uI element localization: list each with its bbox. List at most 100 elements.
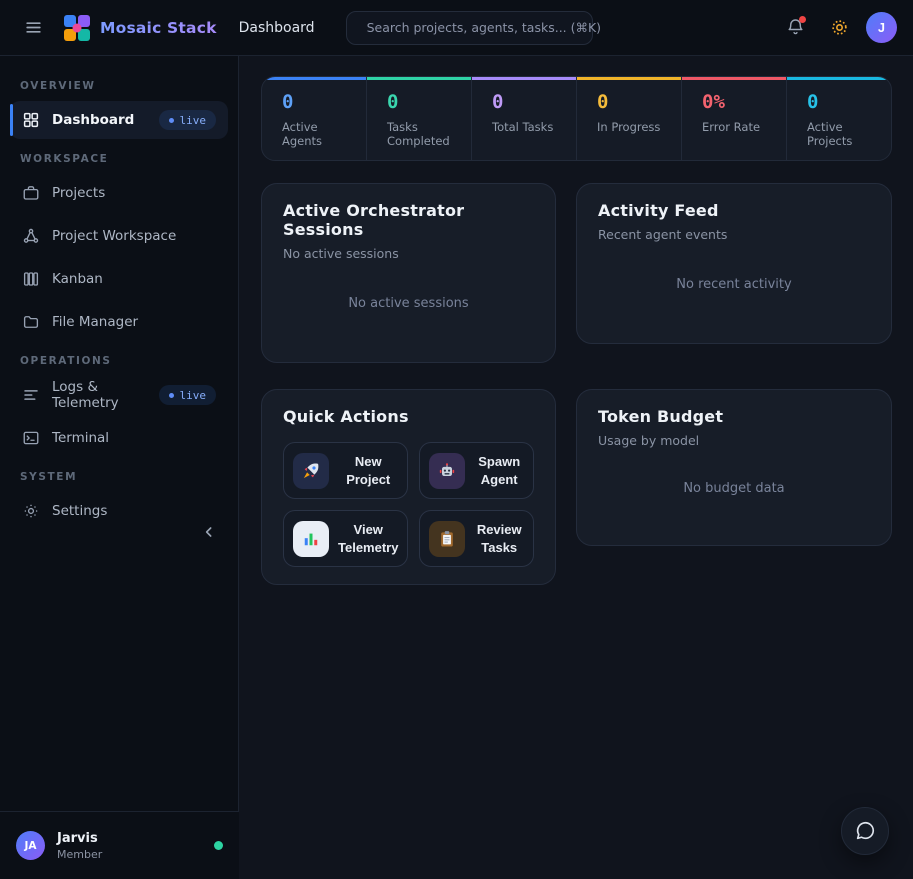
app-window: Mosaic Stack Dashboard Search projects, …	[0, 0, 913, 879]
live-badge: live	[159, 385, 217, 405]
stat-accent-bar	[787, 77, 891, 80]
theme-toggle-button[interactable]	[822, 11, 856, 45]
topbar-actions: J	[778, 11, 897, 45]
sidebar-item-label: File Manager	[52, 314, 138, 330]
section-label-system: SYSTEM	[20, 471, 218, 483]
stat-card-total-tasks: 0 Total Tasks	[471, 77, 576, 160]
stat-label: Tasks Completed	[387, 120, 451, 148]
sidebar-item-label: Kanban	[52, 271, 103, 287]
card-subtitle: Recent agent events	[598, 227, 870, 242]
sidebar-item-logs-telemetry[interactable]: Logs & Telemetry live	[10, 376, 228, 414]
list-lines-icon	[22, 386, 40, 404]
stat-accent-bar	[472, 77, 576, 80]
token-budget-card: Token Budget Usage by model No budget da…	[576, 389, 892, 546]
stat-card-tasks-completed: 0 Tasks Completed	[366, 77, 471, 160]
user-footer[interactable]: JA Jarvis Member	[0, 811, 239, 879]
search-placeholder: Search projects, agents, tasks... (⌘K)	[367, 20, 602, 35]
sessions-card: Active Orchestrator Sessions No active s…	[261, 183, 556, 363]
grid-icon	[22, 111, 40, 129]
online-status-dot	[214, 841, 223, 850]
live-dot-icon	[169, 118, 174, 123]
sidebar-item-label: Dashboard	[52, 112, 134, 128]
stat-accent-bar	[577, 77, 681, 80]
clipboard-icon	[429, 521, 465, 557]
stat-value: 0%	[702, 93, 766, 112]
stat-accent-bar	[367, 77, 471, 80]
folder-icon	[22, 313, 40, 331]
stat-label: Error Rate	[702, 120, 766, 134]
stat-accent-bar	[262, 77, 366, 80]
sidebar: OVERVIEW Dashboard live WORKSPACE Projec…	[0, 56, 239, 879]
spawn-agent-button[interactable]: Spawn Agent	[419, 442, 534, 499]
notifications-button[interactable]	[778, 11, 812, 45]
empty-state-message: No recent activity	[598, 242, 870, 326]
sun-theme-icon	[830, 18, 849, 37]
review-tasks-button[interactable]: Review Tasks	[419, 510, 534, 567]
stat-label: Active Projects	[807, 120, 871, 148]
live-badge-label: live	[180, 389, 207, 402]
top-bar: Mosaic Stack Dashboard Search projects, …	[0, 0, 913, 56]
stat-value: 0	[492, 93, 556, 112]
brand-name: Mosaic Stack	[100, 19, 217, 37]
stat-label: Total Tasks	[492, 120, 556, 134]
quick-action-label: New Project	[338, 453, 398, 488]
notification-dot	[799, 16, 806, 23]
section-label-workspace: WORKSPACE	[20, 153, 218, 165]
mosaic-logo-icon	[64, 15, 90, 41]
live-dot-icon	[169, 393, 174, 398]
search-input[interactable]: Search projects, agents, tasks... (⌘K)	[346, 11, 593, 45]
stat-accent-bar	[682, 77, 786, 80]
card-title: Activity Feed	[598, 201, 870, 220]
quick-action-label: Spawn Agent	[474, 453, 524, 488]
sidebar-item-label: Projects	[52, 185, 105, 201]
new-project-button[interactable]: New Project	[283, 442, 408, 499]
sidebar-item-project-workspace[interactable]: Project Workspace	[10, 217, 228, 255]
user-avatar-button[interactable]: J	[866, 12, 897, 43]
bar-chart-icon	[293, 521, 329, 557]
quick-action-label: Review Tasks	[474, 521, 524, 556]
stats-row: 0 Active Agents 0 Tasks Completed 0 Tota…	[261, 76, 892, 161]
stat-value: 0	[282, 93, 346, 112]
sidebar-collapse-button[interactable]	[196, 519, 222, 545]
activity-feed-card: Activity Feed Recent agent events No rec…	[576, 183, 892, 344]
chat-bubble-icon	[854, 820, 876, 842]
stat-card-error-rate: 0% Error Rate	[681, 77, 786, 160]
section-label-overview: OVERVIEW	[20, 80, 218, 92]
user-initials-avatar: JA	[16, 831, 45, 860]
sidebar-item-kanban[interactable]: Kanban	[10, 260, 228, 298]
stat-value: 0	[387, 93, 451, 112]
stat-card-in-progress: 0 In Progress	[576, 77, 681, 160]
stat-card-active-agents: 0 Active Agents	[262, 77, 366, 160]
user-name: Jarvis	[57, 831, 102, 846]
live-badge-label: live	[180, 114, 207, 127]
stat-label: Active Agents	[282, 120, 346, 148]
network-icon	[22, 227, 40, 245]
brand[interactable]: Mosaic Stack	[64, 15, 217, 41]
stat-value: 0	[807, 93, 871, 112]
stat-label: In Progress	[597, 120, 661, 134]
robot-icon	[429, 453, 465, 489]
card-title: Active Orchestrator Sessions	[283, 201, 534, 239]
main-content: 0 Active Agents 0 Tasks Completed 0 Tota…	[240, 56, 913, 879]
view-telemetry-button[interactable]: View Telemetry	[283, 510, 408, 567]
kanban-columns-icon	[22, 270, 40, 288]
quick-action-label: View Telemetry	[338, 521, 398, 556]
card-subtitle: Usage by model	[598, 433, 870, 448]
chat-fab-button[interactable]	[841, 807, 889, 855]
hamburger-icon	[24, 18, 43, 37]
quick-actions-card: Quick Actions New Project Spawn Agent	[261, 389, 556, 585]
sidebar-item-dashboard[interactable]: Dashboard live	[10, 101, 228, 139]
chevron-left-icon	[201, 524, 217, 540]
sidebar-item-label: Project Workspace	[52, 228, 176, 244]
sidebar-item-terminal[interactable]: Terminal	[10, 419, 228, 457]
sidebar-item-file-manager[interactable]: File Manager	[10, 303, 228, 341]
card-title: Quick Actions	[283, 407, 534, 426]
gear-icon	[22, 502, 40, 520]
sidebar-item-label: Logs & Telemetry	[52, 379, 147, 411]
sidebar-item-projects[interactable]: Projects	[10, 174, 228, 212]
card-title: Token Budget	[598, 407, 870, 426]
user-role: Member	[57, 848, 102, 861]
menu-button[interactable]	[16, 11, 50, 45]
sidebar-item-label: Terminal	[52, 430, 109, 446]
cards-grid: Active Orchestrator Sessions No active s…	[261, 183, 892, 585]
